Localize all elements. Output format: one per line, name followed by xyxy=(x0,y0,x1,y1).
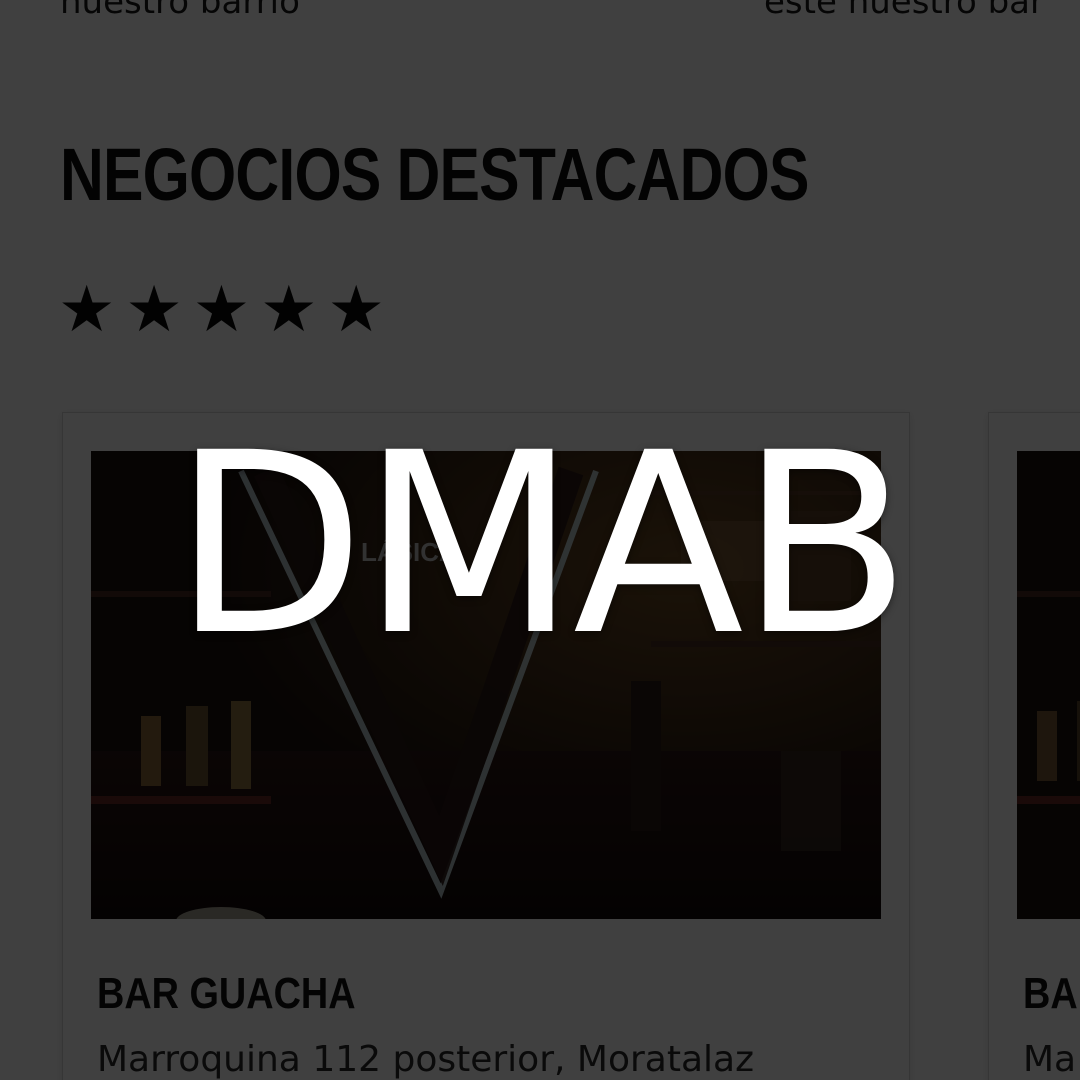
business-address: Ma xyxy=(1023,1039,1077,1080)
star-icon: ★ xyxy=(58,273,116,347)
business-name[interactable]: BA xyxy=(1023,969,1078,1019)
app-screen: nuestro barrio este nuestro bar NEGOCIOS… xyxy=(0,0,1080,1080)
business-name[interactable]: BAR GUACHA xyxy=(97,969,356,1019)
star-icon: ★ xyxy=(327,273,385,347)
top-snippet-right: este nuestro bar xyxy=(764,0,1044,22)
section-title: NEGOCIOS DESTACADOS xyxy=(60,133,809,216)
star-rating: ★ ★ ★ ★ ★ xyxy=(58,278,385,342)
star-icon: ★ xyxy=(260,273,318,347)
business-address: Marroquina 112 posterior, Moratalaz xyxy=(97,1039,754,1080)
brand-logo: DMAB xyxy=(172,399,912,690)
star-icon: ★ xyxy=(192,273,251,347)
top-snippet-left: nuestro barrio xyxy=(60,0,300,22)
star-icon: ★ xyxy=(125,273,183,347)
